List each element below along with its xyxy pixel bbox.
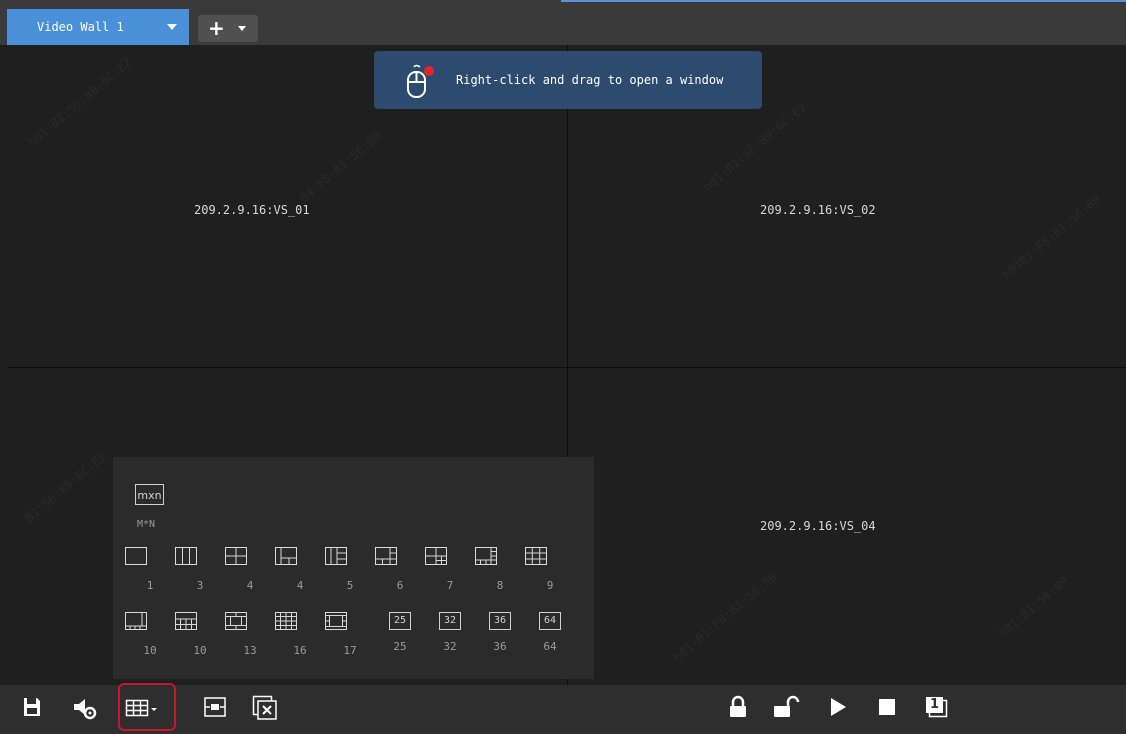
lock-icon[interactable] (728, 695, 748, 719)
layout-25-icon: 25 (389, 612, 411, 630)
layout-3-icon (175, 547, 197, 565)
layout-option-32[interactable]: 32 32 (425, 612, 475, 653)
clear-windows-icon[interactable] (252, 695, 278, 721)
screen-label-1: 209.2.9.16:VS_01 (194, 203, 310, 217)
chevron-down-icon[interactable] (167, 24, 177, 30)
layout-option-36[interactable]: 36 36 (475, 612, 525, 653)
layout-option-4[interactable]: 4 (225, 547, 275, 592)
custom-layout-label: M*N (137, 519, 156, 530)
layout-count: 1 (146, 579, 154, 592)
stop-icon[interactable] (876, 695, 898, 719)
layout-option-64[interactable]: 64 64 (525, 612, 575, 653)
layout-count: 13 (243, 644, 257, 657)
layout-option-13[interactable]: 13 (225, 612, 275, 657)
screen-number-text: 1 (930, 697, 940, 712)
layout-8-icon (475, 547, 497, 565)
layout-6-icon (375, 547, 397, 565)
layout-count: 25 (393, 640, 407, 653)
layout-option-25[interactable]: 25 25 (375, 612, 425, 653)
layout-64-icon: 64 (539, 612, 561, 630)
layout-count: 17 (343, 644, 357, 657)
screen-label-2: 209.2.9.16:VS_02 (760, 203, 876, 217)
layout-9-icon (525, 547, 547, 565)
layout-7-icon (425, 547, 447, 565)
plus-icon: + (208, 16, 225, 40)
layout-count: 8 (496, 579, 504, 592)
screen-divider-horizontal (7, 367, 1126, 368)
custom-layout-button[interactable]: mxn (135, 484, 164, 505)
layout-count: 10 (193, 644, 207, 657)
layout-count: 64 (543, 640, 557, 653)
save-icon[interactable] (22, 695, 42, 719)
layout-option-10[interactable]: 10 (125, 612, 175, 657)
layout-16-icon (275, 612, 297, 630)
selected-highlight (118, 683, 176, 731)
tab-label: Video Wall 1 (37, 20, 124, 34)
layout-count: 10 (143, 644, 157, 657)
volume-settings-icon[interactable] (72, 695, 98, 721)
layout-36-icon: 36 (489, 612, 511, 630)
hint-banner: Right-click and drag to open a window (374, 51, 762, 109)
screen-number-button[interactable]: 1 (924, 695, 952, 721)
layout-option-6[interactable]: 6 (375, 547, 425, 592)
layout-count: 32 (443, 640, 457, 653)
layout-10-icon (125, 612, 147, 630)
unlock-icon[interactable] (772, 695, 800, 719)
screen-label-4: 209.2.9.16:VS_04 (760, 519, 876, 533)
layout-count: 36 (493, 640, 507, 653)
layout-13-icon (225, 612, 247, 630)
top-accent-line (561, 0, 1126, 2)
play-icon[interactable] (828, 695, 848, 719)
layout-option-8[interactable]: 8 (475, 547, 525, 592)
layout-5-icon (325, 547, 347, 565)
layout-count: 4 (246, 579, 254, 592)
layout-option-4-alt[interactable]: 4 (275, 547, 325, 592)
layout-count: 6 (396, 579, 404, 592)
layout-17-icon (325, 612, 347, 630)
layout-option-16[interactable]: 16 (275, 612, 325, 657)
mouse-icon (407, 64, 434, 98)
layout-count: 5 (346, 579, 354, 592)
layout-count: 9 (546, 579, 554, 592)
layout-option-3[interactable]: 3 (175, 547, 225, 592)
layout-count: 7 (446, 579, 454, 592)
layout-10-alt-icon (175, 612, 197, 630)
tab-video-wall-1[interactable]: Video Wall 1 (7, 9, 189, 45)
layout-option-7[interactable]: 7 (425, 547, 475, 592)
hint-text: Right-click and drag to open a window (456, 73, 724, 87)
layout-32-icon: 32 (439, 612, 461, 630)
add-video-wall-button[interactable]: + (198, 15, 258, 42)
layout-4-alt-icon (275, 547, 297, 565)
layout-4-icon (225, 547, 247, 565)
layout-1-icon (125, 547, 147, 565)
layout-count: 16 (293, 644, 307, 657)
layout-count: 3 (196, 579, 204, 592)
layout-count: 4 (296, 579, 304, 592)
layout-option-17[interactable]: 17 (325, 612, 375, 657)
layout-panel: mxn M*N 1 3 4 4 5 6 7 8 9 10 10 13 16 17… (113, 457, 594, 679)
layout-option-9[interactable]: 9 (525, 547, 575, 592)
layout-option-10-alt[interactable]: 10 (175, 612, 225, 657)
layout-option-5[interactable]: 5 (325, 547, 375, 592)
chevron-down-icon[interactable] (238, 26, 246, 31)
layout-option-1[interactable]: 1 (125, 547, 175, 592)
fit-window-icon[interactable] (203, 695, 227, 719)
top-bar: Video Wall 1 + (0, 0, 1126, 45)
